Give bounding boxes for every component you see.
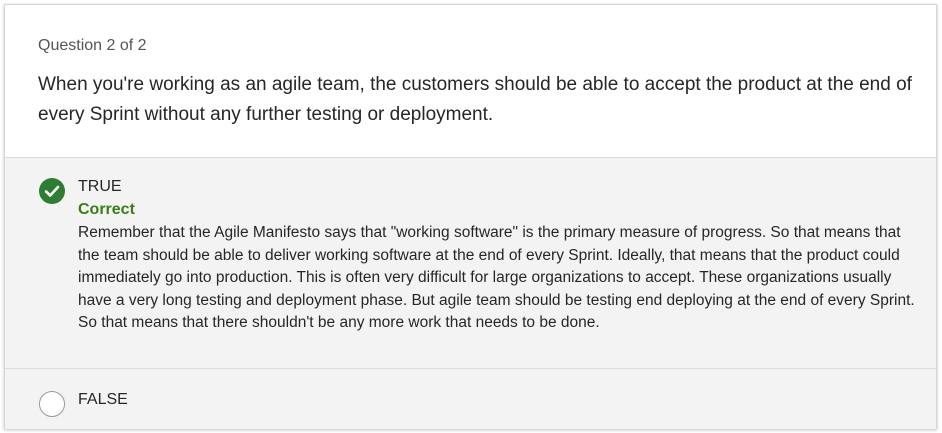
quiz-card: Question 2 of 2 When you're working as a…: [4, 4, 937, 429]
answer-explanation: Remember that the Agile Manifesto says t…: [78, 224, 915, 331]
answer-option-false[interactable]: FALSE: [5, 368, 936, 429]
option-label: FALSE: [78, 391, 128, 408]
radio-circle-icon[interactable]: [39, 391, 65, 417]
check-circle-icon: [39, 178, 65, 204]
option-label: TRUE: [78, 178, 122, 195]
correct-verdict: Correct: [78, 201, 135, 218]
question-header: Question 2 of 2 When you're working as a…: [5, 5, 936, 157]
question-counter: Question 2 of 2: [38, 37, 147, 54]
answer-option-true[interactable]: TRUE Correct Remember that the Agile Man…: [5, 157, 936, 368]
question-text: When you're working as an agile team, th…: [38, 74, 912, 125]
